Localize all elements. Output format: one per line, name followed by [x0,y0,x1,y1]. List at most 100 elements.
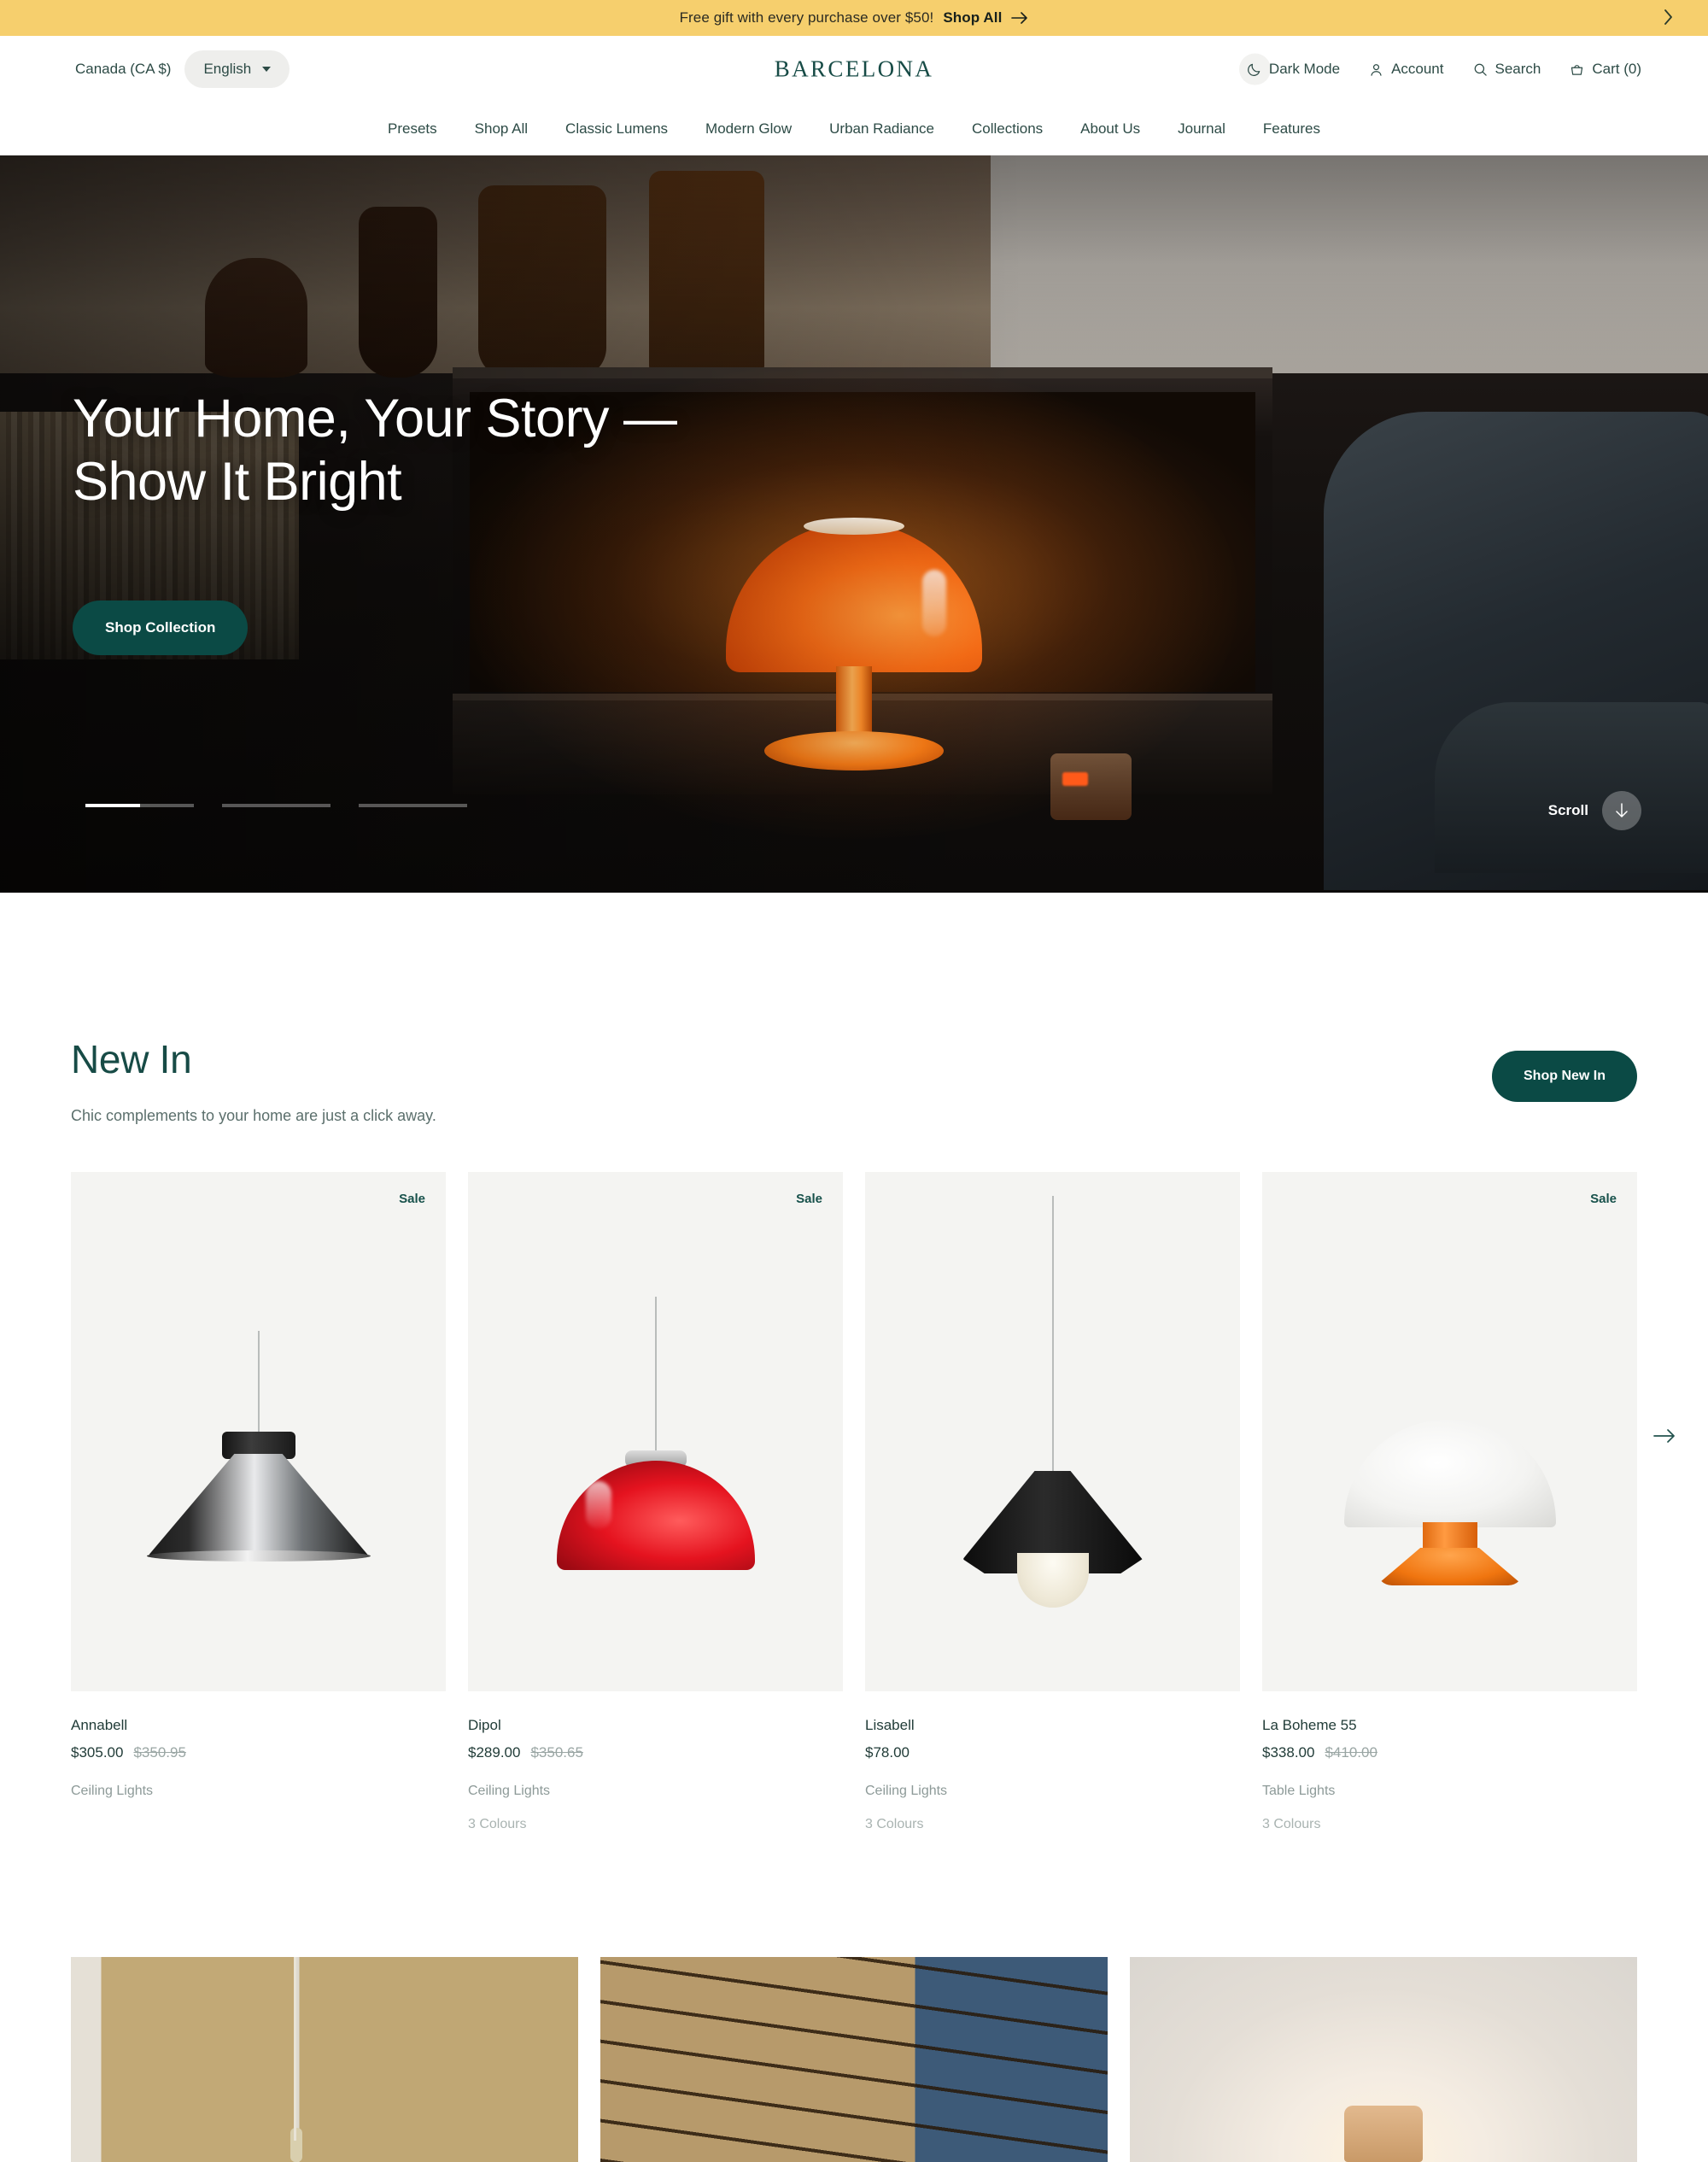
announcement-shop-all-link[interactable]: Shop All [943,9,1002,26]
product-name[interactable]: La Boheme 55 [1262,1717,1637,1734]
nav-item-classic-lumens[interactable]: Classic Lumens [565,120,668,138]
arrow-right-icon [1011,12,1028,24]
product-compare-price: $350.65 [530,1744,583,1761]
product-price: $305.00 [71,1744,124,1761]
lookbook-tile[interactable] [1130,1957,1637,2162]
nav-item-journal[interactable]: Journal [1178,120,1225,138]
product-image[interactable]: Sale [71,1172,446,1691]
product-category: Table Lights [1262,1784,1336,1798]
lookbook-tile[interactable] [600,1957,1108,2162]
nav-item-presets[interactable]: Presets [388,120,437,138]
product-price-row: $289.00 $350.65 [468,1744,843,1761]
product-colours: 3 Colours [1262,1817,1321,1831]
locale-selectors: Canada (CA $) English [67,50,290,88]
product-info: La Boheme 55 $338.00 $410.00 Table Light… [1262,1691,1637,1832]
announcement-next-button[interactable] [1653,3,1682,32]
product-price-row: $305.00 $350.95 [71,1744,446,1761]
product-name[interactable]: Lisabell [865,1717,1240,1734]
product-name[interactable]: Annabell [71,1717,446,1734]
announcement-bar: Free gift with every purchase over $50! … [0,0,1708,36]
user-icon [1369,62,1383,77]
site-logo[interactable]: BARCELONA [775,56,934,83]
hero-slide-indicator-2[interactable] [222,804,330,807]
hero-shop-collection-button[interactable]: Shop Collection [73,601,249,656]
status-badge: Sale [796,1192,822,1206]
product-card[interactable]: Lisabell $78.00 Ceiling Lights 3 Colours [865,1172,1240,1832]
nav-item-urban-radiance[interactable]: Urban Radiance [829,120,934,138]
dark-mode-toggle[interactable]: Dark Mode [1247,61,1340,78]
account-label: Account [1391,61,1444,77]
announcement-text: Free gift with every purchase over $50! [679,9,934,26]
cart-icon [1570,62,1584,77]
shop-new-in-button[interactable]: Shop New In [1492,1051,1637,1102]
hero-title: Your Home, Your Story — Show It Bright [73,388,677,513]
nav-item-features[interactable]: Features [1263,120,1320,138]
lisabell-lamp-illustration [865,1172,1240,1691]
status-badge: Sale [399,1192,425,1206]
product-price-row: $78.00 [865,1744,1240,1761]
nav-item-modern-glow[interactable]: Modern Glow [705,120,792,138]
product-card[interactable]: Sale Dipol $289.00 $350.65 Ceiling Light… [468,1172,843,1832]
chevron-down-icon [262,67,272,72]
product-carousel: Sale Annabell $305.00 $350.95 Ceiling Li… [71,1172,1675,1832]
hero-slide-indicators [85,804,467,807]
product-colours: 3 Colours [468,1817,527,1831]
product-price-row: $338.00 $410.00 [1262,1744,1637,1761]
new-in-heading-group: New In Chic complements to your home are… [71,1036,436,1125]
product-category: Ceiling Lights [468,1784,551,1798]
site-header: Canada (CA $) English BARCELONA Dark Mod… [0,36,1708,103]
nav-item-collections[interactable]: Collections [972,120,1043,138]
header-actions: Dark Mode Account Search Cart (0) [1247,61,1641,78]
product-name[interactable]: Dipol [468,1717,843,1734]
new-in-header: New In Chic complements to your home are… [71,1036,1637,1125]
nav-item-shop-all[interactable]: Shop All [475,120,528,138]
announcement-content: Free gift with every purchase over $50! … [680,9,1029,26]
product-price: $78.00 [865,1744,910,1761]
main-navigation: Presets Shop All Classic Lumens Modern G… [0,103,1708,155]
product-image[interactable]: Sale [468,1172,843,1691]
scroll-label: Scroll [1547,802,1588,818]
account-button[interactable]: Account [1369,61,1444,78]
annabell-lamp-illustration [71,1172,446,1691]
product-price: $338.00 [1262,1744,1315,1761]
hero-title-line-1: Your Home, Your Story — [73,389,677,448]
product-category: Ceiling Lights [865,1784,948,1798]
language-selector-label: English [203,61,252,77]
status-badge: Sale [1590,1192,1617,1206]
product-category: Ceiling Lights [71,1784,154,1798]
language-selector[interactable]: English [184,50,290,88]
new-in-title: New In [71,1037,192,1081]
product-card[interactable]: Sale La Boheme 55 $338.00 $410.00 Table … [1262,1172,1637,1832]
search-icon [1473,62,1488,77]
hero-title-line-2: Show It Bright [73,451,402,512]
country-selector[interactable]: Canada (CA $) [67,54,179,85]
lookbook-tile[interactable] [71,1957,578,2162]
new-in-section: New In Chic complements to your home are… [0,893,1708,1832]
hero-slide-indicator-3[interactable] [359,804,467,807]
product-info: Lisabell $78.00 Ceiling Lights 3 Colours [865,1691,1240,1832]
product-image[interactable] [865,1172,1240,1691]
product-card[interactable]: Sale Annabell $305.00 $350.95 Ceiling Li… [71,1172,446,1832]
product-image[interactable]: Sale [1262,1172,1637,1691]
product-price: $289.00 [468,1744,521,1761]
search-button[interactable]: Search [1473,61,1541,78]
cart-button[interactable]: Cart (0) [1570,61,1641,78]
lookbook-tiles [0,1957,1708,2162]
moon-icon [1247,62,1261,77]
hero-content: Your Home, Your Story — Show It Bright S… [73,388,677,656]
dipol-lamp-illustration [468,1172,843,1691]
nav-item-about-us[interactable]: About Us [1080,120,1140,138]
product-compare-price: $410.00 [1325,1744,1378,1761]
new-in-subtitle: Chic complements to your home are just a… [71,1107,436,1124]
chevron-right-icon [1664,9,1673,27]
product-colours: 3 Colours [865,1817,924,1831]
hero-slider: Your Home, Your Story — Show It Bright S… [0,155,1708,893]
dark-mode-label: Dark Mode [1268,61,1341,77]
hero-slide-indicator-1[interactable] [85,804,194,807]
carousel-next-button[interactable] [1645,1417,1684,1456]
scroll-down-button[interactable]: Scroll [1548,791,1641,830]
product-compare-price: $350.95 [133,1744,186,1761]
product-info: Annabell $305.00 $350.95 Ceiling Lights [71,1691,446,1799]
arrow-right-icon [1653,1428,1676,1445]
arrow-down-icon [1602,791,1641,830]
